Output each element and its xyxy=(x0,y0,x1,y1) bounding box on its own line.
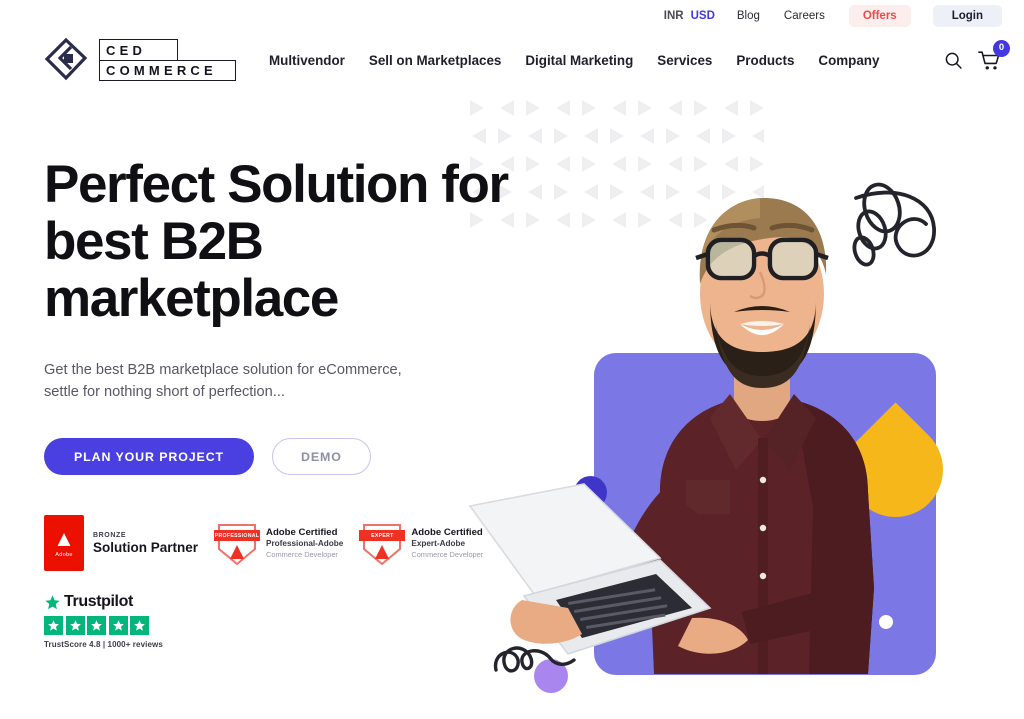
spiral-top-right xyxy=(852,182,936,267)
partner-badges: ▲ Adobe BRONZE Solution Partner PROFESSI… xyxy=(44,515,514,572)
nav-item-digital-marketing[interactable]: Digital Marketing xyxy=(525,53,633,68)
adobe-logo-icon: ▲ Adobe xyxy=(44,515,84,572)
hero-title-line-1: Perfect Solution for xyxy=(44,155,509,214)
adobe-partner-text: BRONZE Solution Partner xyxy=(93,532,198,555)
offers-button[interactable]: Offers xyxy=(848,5,911,27)
ced-diamond-monogram-icon xyxy=(44,37,88,81)
adobe-partner-tier: BRONZE xyxy=(93,531,127,539)
main-navigation: Multivendor Sell on Marketplaces Digital… xyxy=(269,53,879,68)
hero-doodles xyxy=(493,182,936,673)
logo-line-ced: CED xyxy=(99,39,178,60)
hero-artwork xyxy=(464,88,1024,719)
cart-count-badge: 0 xyxy=(993,39,1010,57)
hero-subtitle-line-2: settle for nothing short of perfection..… xyxy=(44,383,285,400)
page-title: Perfect Solution for best B2B marketplac… xyxy=(44,156,514,328)
expert-cert-text: Adobe Certified Expert-Adobe Commerce De… xyxy=(411,527,483,558)
logo-line-commerce: COMMERCE xyxy=(99,60,236,81)
utility-bar: INR USD Blog Careers Offers Login xyxy=(0,0,1024,32)
professional-cert-line2: Professional-Adobe xyxy=(266,539,344,549)
nav-item-company[interactable]: Company xyxy=(818,53,879,68)
hero-title-line-3: marketplace xyxy=(44,269,339,329)
squiggle-bottom-left xyxy=(493,646,576,673)
topbar-link-blog[interactable]: Blog xyxy=(737,10,760,22)
search-icon xyxy=(945,52,962,69)
trustpilot-stars xyxy=(44,616,514,636)
trustpilot-star xyxy=(65,616,85,636)
nav-item-services[interactable]: Services xyxy=(657,53,712,68)
currency-usd[interactable]: USD xyxy=(691,10,715,22)
nav-item-sell-on-marketplaces[interactable]: Sell on Marketplaces xyxy=(369,53,501,68)
hero-copy: Perfect Solution for best B2B marketplac… xyxy=(44,156,514,649)
trustpilot-header: Trustpilot xyxy=(44,593,514,611)
professional-cert-line3: Commerce Developer xyxy=(266,549,338,559)
shield-outline-icon xyxy=(218,524,257,566)
trustpilot-star xyxy=(87,616,106,636)
adobe-a-glyph: ▲ xyxy=(53,526,75,552)
nav-item-products[interactable]: Products xyxy=(736,53,794,68)
expert-cert-line1: Adobe Certified xyxy=(411,527,483,539)
trustpilot-score-text: TrustScore 4.8 | 1000+ reviews xyxy=(44,640,163,650)
search-button[interactable] xyxy=(943,50,964,71)
hero-white-dot-bottom xyxy=(735,697,757,719)
adobe-partner-title: Solution Partner xyxy=(93,539,199,555)
trustpilot-star-icon xyxy=(45,594,60,609)
shield-outline-icon xyxy=(363,524,402,566)
login-button[interactable]: Login xyxy=(932,5,1002,27)
adobe-certified-expert-badge: EXPERT Adobe Certified Expert-Adobe Comm… xyxy=(359,519,483,567)
hero-title-line-2: best B2B xyxy=(44,212,264,272)
hero-cta-row: PLAN YOUR PROJECT DEMO xyxy=(44,438,514,476)
expert-cert-line2: Expert-Adobe xyxy=(411,539,466,549)
trustpilot-star xyxy=(108,616,128,636)
expert-shield-icon: EXPERT xyxy=(359,519,406,567)
trustpilot-name: Trustpilot xyxy=(64,593,133,611)
site-header: CED COMMERCE Multivendor Sell on Marketp… xyxy=(0,32,1024,88)
adobe-solution-partner-badge: ▲ Adobe BRONZE Solution Partner xyxy=(44,515,198,572)
hero-subtitle-line-1: Get the best B2B marketplace solution fo… xyxy=(44,361,402,378)
hero-section: Perfect Solution for best B2B marketplac… xyxy=(0,88,1024,719)
demo-button[interactable]: DEMO xyxy=(272,438,371,476)
header-actions: 0 xyxy=(943,39,1010,72)
professional-cert-text: Adobe Certified Professional-Adobe Comme… xyxy=(266,527,343,558)
professional-cert-line1: Adobe Certified xyxy=(266,527,338,539)
professional-shield-icon: PROFESSIONAL xyxy=(214,519,261,567)
plan-your-project-button[interactable]: PLAN YOUR PROJECT xyxy=(44,438,255,476)
trustpilot-star xyxy=(130,616,149,636)
adobe-certified-professional-badge: PROFESSIONAL Adobe Certified Professiona… xyxy=(214,519,343,567)
currency-inr[interactable]: INR xyxy=(664,10,684,22)
expert-ribbon: EXPERT xyxy=(359,530,406,542)
currency-switcher[interactable]: INR USD xyxy=(664,10,715,22)
brand-logo[interactable]: CED COMMERCE xyxy=(40,36,236,84)
expert-cert-line3: Commerce Developer xyxy=(411,549,484,559)
logo-wordmark: CED COMMERCE xyxy=(99,39,236,81)
trustpilot-star xyxy=(44,616,63,636)
trustpilot-widget[interactable]: Trustpilot TrustScore 4.8 | 1000+ review… xyxy=(44,593,514,649)
professional-ribbon: PROFESSIONAL xyxy=(214,530,261,542)
topbar-link-careers[interactable]: Careers xyxy=(784,10,825,22)
hero-subtitle: Get the best B2B marketplace solution fo… xyxy=(44,359,434,403)
cart-button[interactable]: 0 xyxy=(978,39,1010,72)
adobe-wordmark: Adobe xyxy=(55,552,73,559)
nav-item-multivendor[interactable]: Multivendor xyxy=(269,53,345,68)
